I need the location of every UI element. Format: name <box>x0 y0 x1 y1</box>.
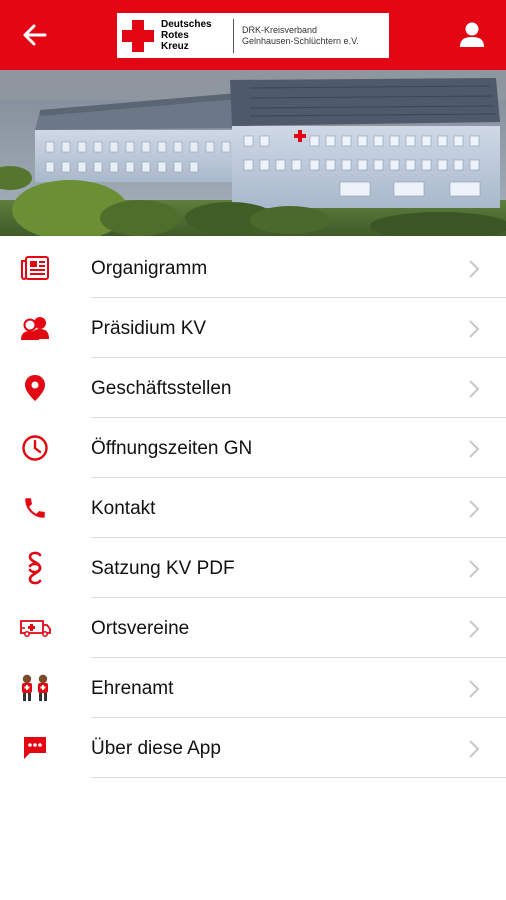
chevron-right-icon <box>469 740 480 758</box>
app-bar: Deutsches Rotes Kreuz DRK-Kreisverband G… <box>0 0 506 70</box>
chevron-right-icon <box>469 680 480 698</box>
logo-name-line: Rotes <box>161 30 189 41</box>
location-pin-icon <box>16 370 54 406</box>
menu-item-ortsvereine[interactable]: Ortsvereine <box>0 598 506 658</box>
menu-item-label: Präsidium KV <box>91 318 207 339</box>
chevron-right-icon <box>469 560 480 578</box>
menu-item-ehrenamt[interactable]: Ehrenamt <box>0 658 506 718</box>
building-photo <box>0 70 506 236</box>
chevron-right-icon <box>469 260 480 278</box>
menu-item-satzung[interactable]: Satzung KV PDF <box>0 538 506 598</box>
logo-name-line: Kreuz <box>161 41 189 52</box>
menu-item-kontakt[interactable]: Kontakt <box>0 478 506 538</box>
menu-item-oeffnungszeiten[interactable]: Öffnungszeiten GN <box>0 418 506 478</box>
chevron-right-icon <box>469 500 480 518</box>
newspaper-icon <box>16 250 54 286</box>
menu-item-label: Geschäftsstellen <box>91 378 232 399</box>
chevron-right-icon <box>469 380 480 398</box>
logo-name-line: Deutsches <box>161 19 212 30</box>
menu-item-geschaeftsstellen[interactable]: Geschäftsstellen <box>0 358 506 418</box>
clock-icon <box>16 430 54 466</box>
phone-icon <box>16 490 54 526</box>
ambulance-icon <box>16 610 54 646</box>
user-icon <box>460 22 484 47</box>
menu-item-ueber-app[interactable]: Über diese App <box>0 718 506 778</box>
menu-item-label: Organigramm <box>91 258 208 279</box>
logo-org-line: Gelnhausen-Schlüchtern e.V. <box>242 35 359 46</box>
chevron-right-icon <box>469 320 480 338</box>
menu-item-label: Ortsvereine <box>91 618 190 639</box>
logo-name: Deutsches Rotes Kreuz <box>161 19 227 52</box>
divider <box>91 777 506 778</box>
menu-item-label: Öffnungszeiten GN <box>91 438 253 459</box>
menu-item-label: Ehrenamt <box>91 678 174 699</box>
chat-bubble-icon <box>16 730 54 766</box>
menu-item-label: Satzung KV PDF <box>91 558 235 579</box>
chevron-right-icon <box>469 440 480 458</box>
menu-item-label: Kontakt <box>91 498 156 519</box>
logo-org: DRK-Kreisverband Gelnhausen-Schlüchtern … <box>242 25 359 47</box>
menu-item-praesidium[interactable]: Präsidium KV <box>0 298 506 358</box>
paragraph-icon <box>16 550 54 586</box>
profile-button[interactable] <box>456 19 488 51</box>
chevron-right-icon <box>469 620 480 638</box>
logo-org-line: DRK-Kreisverband <box>242 24 318 35</box>
volunteers-icon <box>16 670 54 706</box>
drk-logo: Deutsches Rotes Kreuz DRK-Kreisverband G… <box>117 13 389 58</box>
arrow-left-icon <box>23 24 47 46</box>
back-button[interactable] <box>18 20 52 50</box>
menu-list: Organigramm Präsidium KV Geschäftsstelle… <box>0 238 506 778</box>
red-cross-icon <box>122 19 154 52</box>
hero-image <box>0 70 506 236</box>
menu-item-label: Über diese App <box>91 738 221 759</box>
logo-divider <box>233 18 234 53</box>
menu-item-organigramm[interactable]: Organigramm <box>0 238 506 298</box>
people-icon <box>16 310 54 346</box>
